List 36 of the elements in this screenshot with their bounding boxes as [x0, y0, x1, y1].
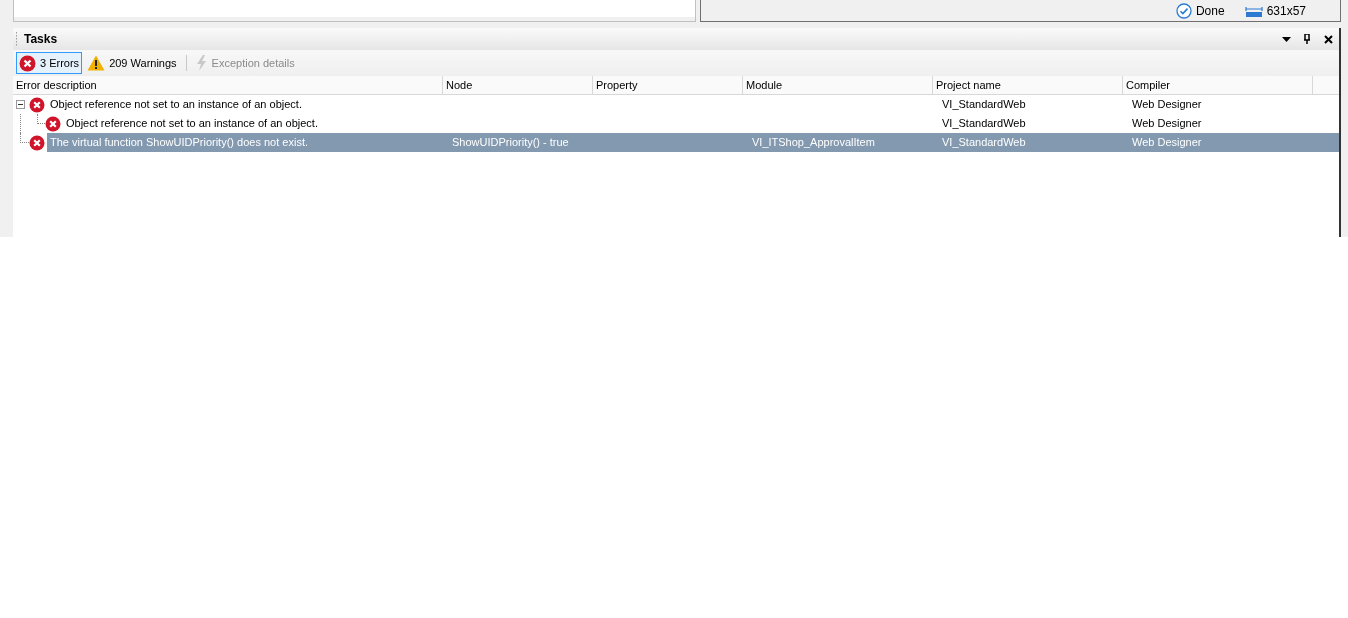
error-icon: [29, 134, 45, 151]
table-cell-text: Web Designer: [1131, 135, 1203, 151]
close-icon[interactable]: [1324, 34, 1333, 44]
table-cell-text: Web Designer: [1131, 97, 1203, 113]
panel-title: Tasks: [24, 31, 58, 48]
error-icon: [29, 96, 45, 113]
warning-icon: [87, 55, 106, 71]
drag-handle-icon[interactable]: [15, 32, 18, 46]
filter-button[interactable]: 3 Errors: [16, 52, 83, 74]
error-icon: [45, 115, 61, 132]
column-header[interactable]: Error description: [13, 76, 443, 94]
row-background[interactable]: Object reference not set to an instance of an object. VI_StandardWeb Web Designer: [63, 114, 1339, 133]
column-header[interactable]: Property: [593, 76, 743, 94]
column-header[interactable]: Compiler: [1123, 76, 1313, 94]
error-icon: [19, 54, 36, 72]
size-text: 631x57: [1266, 2, 1306, 20]
column-header[interactable]: Project name: [933, 76, 1123, 94]
table-cell-text: Object reference not set to an instance of an object.: [65, 116, 319, 132]
filter-button[interactable]: 209 Warnings: [84, 52, 180, 74]
table-cell-text: ShowUIDPriority() - true: [451, 135, 570, 151]
lightning-icon: [195, 55, 208, 71]
pin-icon[interactable]: [1303, 34, 1311, 44]
table-cell-text: VI_ITShop_ApprovalItem: [751, 135, 876, 151]
table-cell-text: The virtual function ShowUIDPriority() does not exist.: [49, 135, 309, 151]
table-cell-text: Web Designer: [1131, 116, 1203, 132]
table-cell-text: Object reference not set to an instance of an object.: [49, 97, 303, 113]
column-header[interactable]: Module: [743, 76, 933, 94]
check-circle-icon: [1175, 2, 1192, 19]
table-cell-text: VI_StandardWeb: [941, 97, 1027, 113]
dropdown-icon[interactable]: [1282, 36, 1291, 42]
row-background[interactable]: Object reference not set to an instance of an object. VI_StandardWeb Web Designer: [47, 95, 1339, 114]
collapse-icon[interactable]: [16, 100, 25, 109]
status-text: Done: [1195, 2, 1225, 20]
column-header[interactable]: Node: [443, 76, 593, 94]
table-cell-text: VI_StandardWeb: [941, 135, 1027, 151]
table-cell-text: VI_StandardWeb: [941, 116, 1027, 132]
